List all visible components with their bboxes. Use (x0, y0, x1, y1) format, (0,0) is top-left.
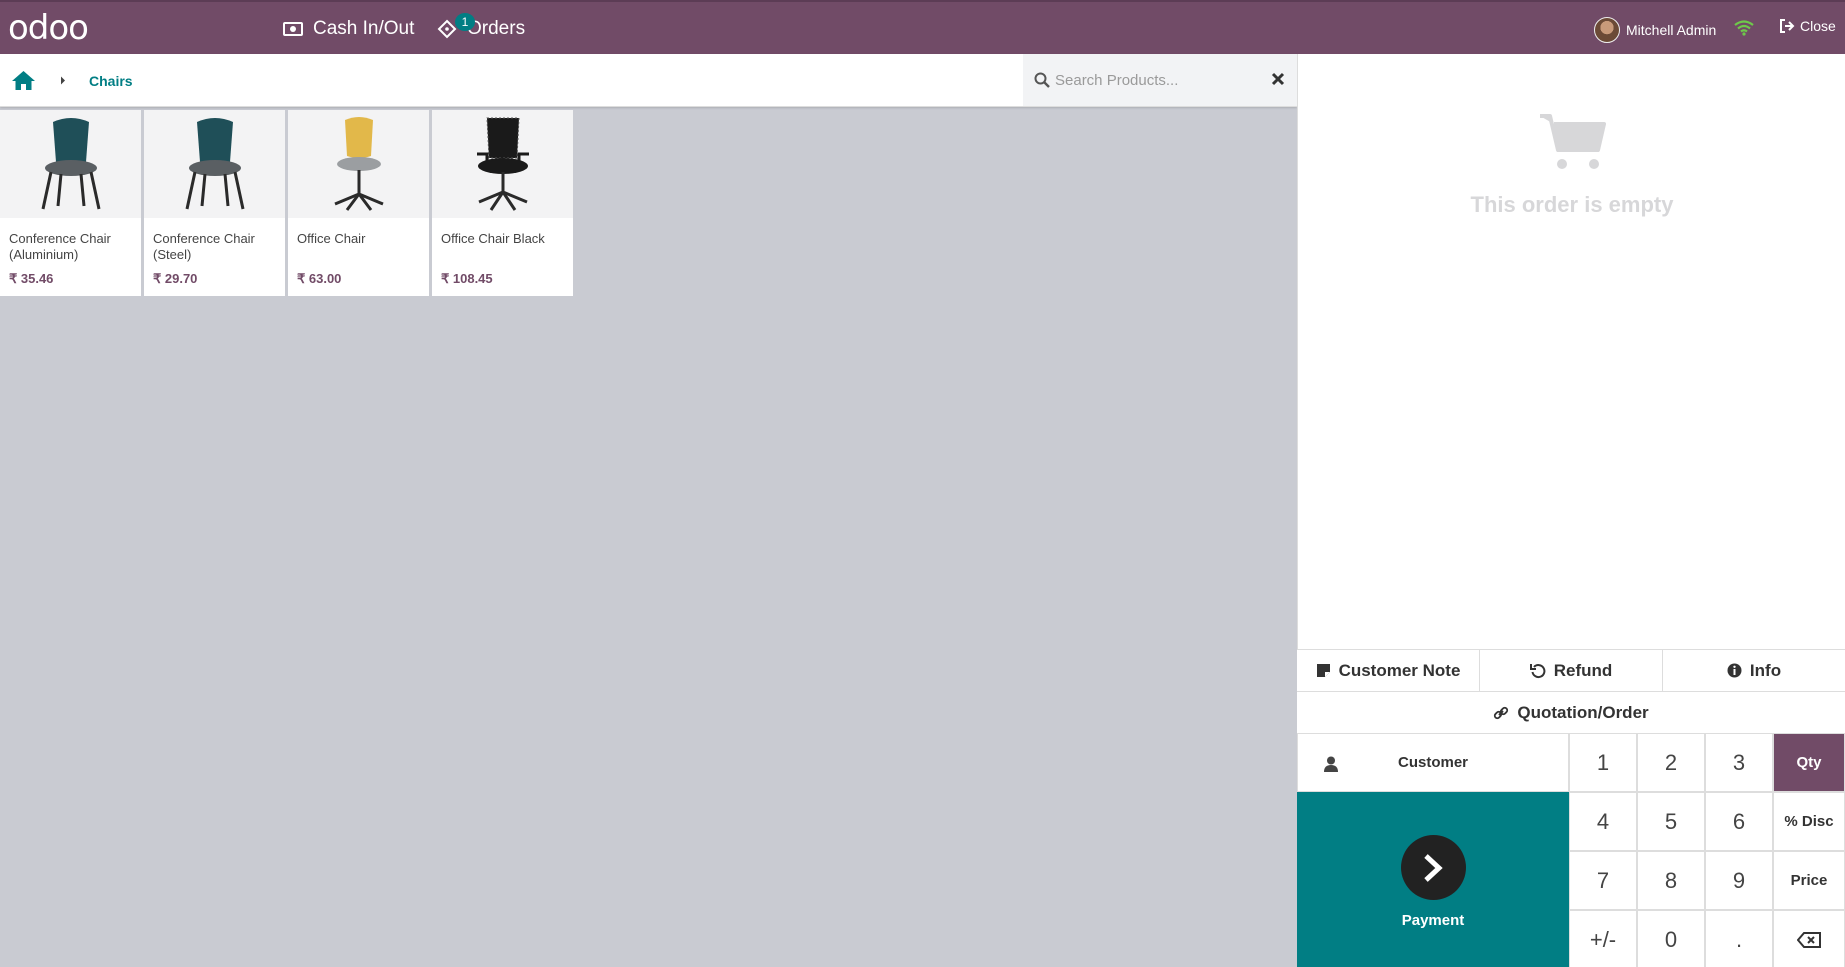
product-card[interactable]: Office Chair ₹ 63.00 (288, 110, 429, 296)
numpad-key-9[interactable]: 9 (1705, 851, 1773, 910)
numpad: 1 2 3 Qty 4 5 6 % Disc 7 8 9 Price +/- 0… (1569, 733, 1845, 967)
chair-back (344, 117, 373, 158)
numpad-key-dot[interactable]: . (1705, 910, 1773, 967)
chevron-right-icon (1424, 853, 1443, 882)
empty-order-message: This order is empty (1470, 192, 1674, 217)
orders-button[interactable]: 1 Orders (437, 13, 526, 42)
shopping-cart-icon (1540, 114, 1606, 169)
info-button[interactable]: Info (1663, 650, 1845, 691)
sticky-note-icon (1316, 664, 1330, 677)
cash-in-out-button[interactable]: Cash In/Out (283, 16, 414, 42)
product-name: Office Chair Black (441, 231, 545, 246)
product-image (144, 110, 285, 218)
search-box (1023, 54, 1297, 106)
cash-in-out-label: Cash In/Out (313, 18, 415, 39)
product-card[interactable]: Conference Chair (Aluminium) ₹ 35.46 (0, 110, 141, 296)
numpad-key-2[interactable]: 2 (1637, 733, 1705, 792)
wifi-icon (1734, 20, 1754, 36)
numpad-key-0[interactable]: 0 (1637, 910, 1705, 967)
customer-button[interactable]: Customer (1297, 733, 1569, 792)
close-button[interactable]: Close (1779, 18, 1836, 34)
product-controls: Chairs (0, 54, 1297, 107)
numpad-key-4[interactable]: 4 (1569, 792, 1637, 851)
chair-back (52, 118, 89, 164)
numpad-key-8[interactable]: 8 (1637, 851, 1705, 910)
product-name: Conference Chair (Aluminium) (9, 231, 111, 262)
control-buttons-row: Customer Note Refund Info (1297, 649, 1845, 691)
price-mode-button[interactable]: Price (1773, 851, 1845, 910)
avatar (1594, 17, 1620, 43)
numpad-key-6[interactable]: 6 (1705, 792, 1773, 851)
numpad-key-plus-minus[interactable]: +/- (1569, 910, 1637, 967)
link-icon (1494, 706, 1509, 719)
product-price: ₹ 108.45 (441, 271, 493, 286)
quotation-row: Quotation/Order (1297, 691, 1845, 733)
backspace-icon (1797, 931, 1821, 948)
odoo-logo: odoo (8, 8, 89, 48)
close-label: Close (1800, 18, 1836, 34)
customer-note-button[interactable]: Customer Note (1297, 650, 1480, 691)
top-bar: odoo Cash In/Out 1 Orders Mitchell Admin… (0, 0, 1845, 54)
user-name: Mitchell Admin (1626, 22, 1717, 38)
product-name: Conference Chair (Steel) (153, 231, 255, 262)
product-card[interactable]: Conference Chair (Steel) ₹ 29.70 (144, 110, 285, 296)
caret-right-icon (61, 76, 65, 85)
user-icon (1324, 756, 1338, 772)
product-price: ₹ 29.70 (153, 271, 198, 286)
user-menu[interactable]: Mitchell Admin (1594, 16, 1716, 44)
numpad-key-5[interactable]: 5 (1637, 792, 1705, 851)
discount-mode-button[interactable]: % Disc (1773, 792, 1845, 851)
quotation-order-button[interactable]: Quotation/Order (1297, 692, 1845, 733)
product-price: ₹ 35.46 (9, 271, 54, 286)
qty-mode-button[interactable]: Qty (1773, 733, 1845, 792)
ticket-icon (437, 19, 457, 39)
sign-out-icon (1780, 19, 1795, 33)
chair-back (196, 118, 233, 164)
money-icon (283, 22, 303, 36)
backspace-button[interactable] (1773, 910, 1845, 967)
product-image (432, 110, 573, 218)
home-icon[interactable] (11, 70, 36, 91)
orders-label: Orders (467, 18, 526, 39)
breadcrumb-category[interactable]: Chairs (89, 73, 133, 89)
payment-circle (1400, 835, 1466, 900)
payment-label: Payment (1401, 912, 1465, 929)
product-card[interactable]: Office Chair Black ₹ 108.45 (432, 110, 573, 296)
undo-icon (1529, 663, 1546, 678)
numpad-key-7[interactable]: 7 (1569, 851, 1637, 910)
product-price: ₹ 63.00 (297, 271, 342, 286)
product-image (0, 110, 141, 218)
refund-button[interactable]: Refund (1480, 650, 1663, 691)
search-icon (1034, 72, 1050, 88)
chair-back (486, 118, 519, 158)
product-name: Office Chair (297, 231, 366, 246)
payment-button[interactable]: Payment (1297, 792, 1569, 967)
orders-count-badge: 1 (455, 13, 475, 31)
info-icon (1727, 663, 1742, 678)
product-image (288, 110, 429, 218)
order-panel: This order is empty (1297, 54, 1845, 649)
clear-search-icon[interactable] (1271, 72, 1285, 86)
numpad-key-1[interactable]: 1 (1569, 733, 1637, 792)
numpad-key-3[interactable]: 3 (1705, 733, 1773, 792)
product-list: Conference Chair (Aluminium) ₹ 35.46 Con… (0, 110, 576, 296)
search-input[interactable] (1055, 66, 1255, 94)
